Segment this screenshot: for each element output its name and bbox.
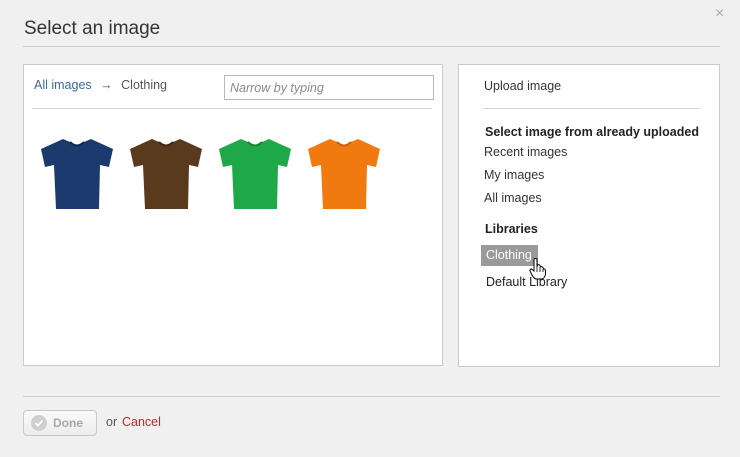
done-label: Done bbox=[53, 416, 83, 430]
cancel-link[interactable]: Cancel bbox=[122, 415, 161, 429]
title-divider bbox=[23, 46, 720, 47]
libraries-heading: Libraries bbox=[485, 222, 538, 236]
check-icon bbox=[31, 415, 47, 431]
or-text: or bbox=[106, 415, 118, 429]
select-uploaded-heading: Select image from already uploaded bbox=[485, 125, 699, 139]
green-tshirt-icon bbox=[219, 139, 291, 209]
my-images-link[interactable]: My images bbox=[484, 168, 544, 182]
browser-divider bbox=[32, 108, 432, 109]
upload-image-link[interactable]: Upload image bbox=[484, 79, 561, 93]
hand-cursor-icon bbox=[529, 258, 546, 280]
source-sidebar-panel: Upload image Select image from already u… bbox=[458, 64, 720, 367]
narrow-search-input[interactable] bbox=[224, 75, 434, 100]
breadcrumb-current: Clothing bbox=[121, 78, 168, 92]
all-images-link[interactable]: All images bbox=[484, 191, 542, 205]
orange-tshirt-thumbnail[interactable] bbox=[306, 137, 382, 211]
recent-images-link[interactable]: Recent images bbox=[484, 145, 567, 159]
breadcrumb-arrow-icon: → bbox=[100, 78, 113, 92]
brown-tshirt-icon bbox=[130, 139, 202, 209]
breadcrumb-all-images-link[interactable]: All images bbox=[34, 78, 92, 92]
library-item-default[interactable]: Default Library bbox=[486, 275, 567, 289]
image-browser-panel: All images → Clothing bbox=[23, 64, 443, 366]
sidebar-divider bbox=[483, 108, 700, 109]
brown-tshirt-thumbnail[interactable] bbox=[128, 137, 204, 211]
navy-tshirt-icon bbox=[41, 139, 113, 209]
navy-tshirt-thumbnail[interactable] bbox=[39, 137, 115, 211]
done-button[interactable]: Done bbox=[23, 410, 97, 436]
green-tshirt-thumbnail[interactable] bbox=[217, 137, 293, 211]
footer-divider bbox=[23, 396, 720, 397]
orange-tshirt-icon bbox=[308, 139, 380, 209]
dialog-title: Select an image bbox=[24, 18, 161, 39]
breadcrumb: All images → Clothing bbox=[34, 78, 167, 92]
close-icon[interactable]: × bbox=[715, 6, 724, 22]
